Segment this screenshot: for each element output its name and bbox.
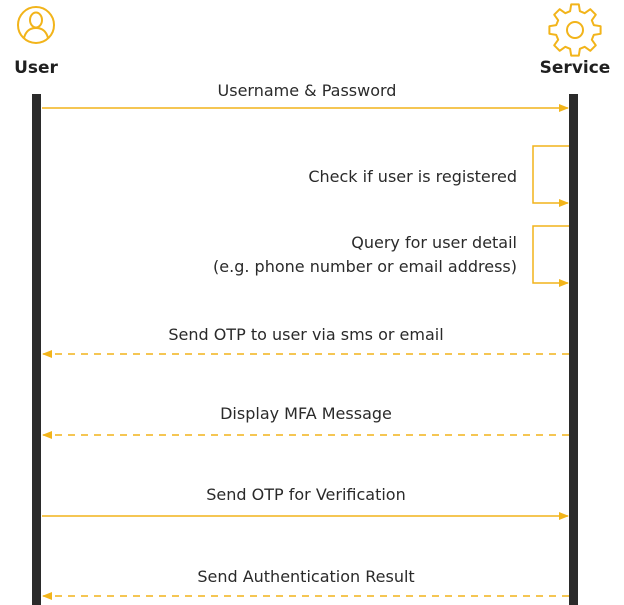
- service-label: Service: [540, 58, 611, 78]
- message-label: Send OTP for Verification: [206, 485, 405, 504]
- message-label-line-2: (e.g. phone number or email address): [213, 257, 517, 276]
- message-label: Display MFA Message: [220, 404, 392, 423]
- service-actor: Service: [540, 3, 611, 78]
- message-label: Check if user is registered: [308, 167, 517, 186]
- message-label: Username & Password: [218, 81, 397, 100]
- message-auth-result: Send Authentication Result: [42, 567, 569, 600]
- message-send-otp: Send OTP to user via sms or email: [42, 325, 569, 358]
- user-actor: User: [14, 6, 59, 78]
- user-icon: [17, 6, 55, 44]
- user-label: User: [14, 58, 58, 78]
- message-label: Send OTP to user via sms or email: [168, 325, 443, 344]
- gear-icon: [548, 3, 602, 57]
- self-message-arrow: [532, 145, 569, 207]
- message-label: Send Authentication Result: [197, 567, 414, 586]
- message-send-otp-verification: Send OTP for Verification: [42, 485, 569, 520]
- user-lifeline: [32, 94, 41, 605]
- service-lifeline: [569, 94, 578, 605]
- message-check-registered: Check if user is registered: [308, 145, 569, 207]
- message-query-user-detail: Query for user detail (e.g. phone number…: [213, 225, 569, 287]
- message-display-mfa: Display MFA Message: [42, 404, 569, 439]
- message-username-password: Username & Password: [42, 81, 569, 112]
- message-label-line-1: Query for user detail: [351, 233, 517, 252]
- self-message-arrow: [532, 225, 569, 287]
- sequence-diagram: User Service Username & Password Check i…: [14, 3, 611, 605]
